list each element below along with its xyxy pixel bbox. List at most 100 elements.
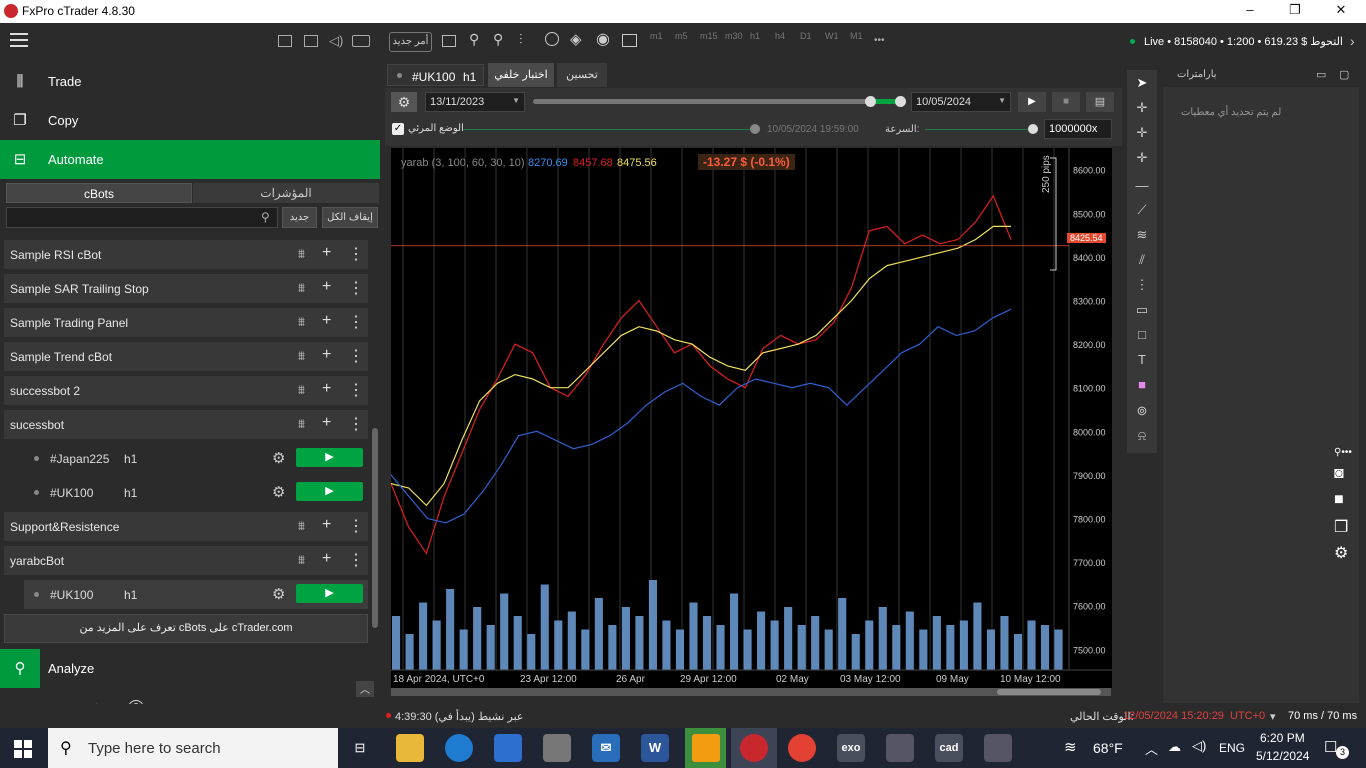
screenshot-camera-icon[interactable]: ◙ [1334, 465, 1344, 483]
more-options-icon[interactable]: ⋮ [348, 550, 364, 570]
eye-icon[interactable]: ◉ [596, 29, 610, 49]
instance-timeframe[interactable]: h1 [124, 588, 137, 602]
crosshair-3-icon[interactable]: ✛ [1134, 150, 1150, 166]
tf-m5[interactable]: m5 [675, 31, 688, 41]
alert-bell-icon[interactable]: ⍾ [1134, 428, 1150, 444]
add-instance-icon[interactable]: + [322, 278, 331, 296]
start-instance-button[interactable]: ▶ [296, 448, 363, 467]
video-record-icon[interactable]: ■ [1334, 491, 1344, 509]
speed-slider[interactable] [925, 129, 1033, 130]
more-options-icon[interactable]: ⋮ [348, 278, 364, 298]
tf-m1[interactable]: m1 [650, 31, 663, 41]
more-timeframes-button[interactable]: ••• [874, 35, 885, 46]
cbot-row[interactable]: Sample SAR Trailing Stop ⩩ + ⋮ [4, 274, 368, 303]
tray-chevron-icon[interactable]: ︿ [1145, 739, 1158, 758]
cbot-row[interactable]: sucessbot ⩩ + ⋮ [4, 410, 368, 439]
tf-h1[interactable]: h1 [750, 31, 760, 41]
tab-optimize[interactable]: تحسين [557, 63, 607, 87]
app-icon-2[interactable] [886, 734, 914, 762]
close-button[interactable]: ✕ [1329, 2, 1353, 20]
app-icon-3[interactable] [984, 734, 1012, 762]
instance-symbol[interactable]: #Japan225 [50, 452, 109, 466]
build-icon[interactable]: ⩩ [298, 348, 305, 364]
add-instance-icon[interactable]: + [322, 414, 331, 432]
settings-chart-icon[interactable] [622, 34, 637, 47]
add-instance-icon[interactable]: + [322, 516, 331, 534]
cbot-row[interactable]: Support&Resistence ⩩ + ⋮ [4, 512, 368, 541]
cbot-row[interactable]: Sample Trading Panel ⩩ + ⋮ [4, 308, 368, 337]
clock-time[interactable]: 6:20 PM [1260, 731, 1305, 745]
speed-input[interactable]: 1000000x [1044, 119, 1112, 139]
file-explorer-icon[interactable] [396, 734, 424, 762]
account-info[interactable]: Live • 8158040 • 1:200 • 619.23 $ التحوط [1144, 35, 1343, 48]
new-cbot-button[interactable]: جديد [282, 207, 317, 228]
nav-analyze[interactable]: ⚲ Analyze [0, 649, 380, 688]
crosshair-icon[interactable]: ✛ [1134, 100, 1150, 116]
save-icon[interactable]: ▤ [1086, 92, 1114, 112]
tools-settings-icon[interactable]: ⚙ [1334, 543, 1348, 563]
build-icon[interactable]: ⩩ [298, 552, 305, 568]
cursor-icon[interactable]: ➤ [1134, 75, 1150, 91]
minimize-button[interactable]: – [1238, 2, 1262, 20]
cbot-row[interactable]: yarabcBot ⩩ + ⋮ [4, 546, 368, 575]
collapse-up-icon[interactable]: ︿ [356, 681, 374, 697]
progress-slider[interactable] [533, 99, 903, 104]
edge-icon[interactable] [445, 734, 473, 762]
learn-more-link[interactable]: تعرف على المزيد من cBots على cTrader.com [4, 614, 368, 643]
more-options-icon[interactable]: ⋮ [348, 380, 364, 400]
build-icon[interactable]: ⩩ [298, 518, 305, 534]
chart-type-icon[interactable]: ⫶ [519, 31, 523, 48]
tf-mn1[interactable]: M1 [850, 31, 863, 41]
more-options-icon[interactable]: ⋮ [348, 244, 364, 264]
channel-icon[interactable]: ≋ [1134, 227, 1150, 243]
more-options-icon[interactable]: ⋮ [348, 346, 364, 366]
window-icon[interactable] [304, 35, 318, 47]
play-button[interactable]: ▶ [1018, 92, 1046, 112]
square-icon[interactable]: □ [1134, 327, 1150, 343]
clock-date[interactable]: 5/12/2024 [1256, 749, 1309, 763]
tab-indicators[interactable]: المؤشرات [193, 183, 379, 203]
trendline-icon[interactable]: ⟋ [1134, 202, 1150, 218]
cbot-instance-row[interactable]: #UK100 h1 ⚙ ▶ [24, 478, 368, 507]
copy-window-icon[interactable]: ❐ [1334, 517, 1348, 537]
onedrive-icon[interactable]: ☁ [1168, 739, 1181, 755]
crosshair-2-icon[interactable]: ✛ [1134, 125, 1150, 141]
chart-hscrollbar[interactable] [391, 688, 1111, 696]
ctrader-running-icon[interactable] [685, 728, 726, 768]
end-date-input[interactable]: 10/05/2024 ▼ [911, 92, 1011, 112]
store-icon[interactable] [494, 734, 522, 762]
more-options-icon[interactable]: ⋮ [348, 516, 364, 536]
indicator-icon[interactable] [545, 32, 559, 46]
instance-settings-icon[interactable]: ⚙ [272, 585, 285, 603]
cad-icon[interactable]: cad [935, 734, 963, 762]
exo-icon[interactable]: exo [837, 734, 865, 762]
build-icon[interactable]: ⩩ [298, 314, 305, 330]
instance-timeframe[interactable]: h1 [124, 452, 137, 466]
tf-w1[interactable]: W1 [825, 31, 839, 41]
instance-symbol[interactable]: #UK100 [50, 486, 93, 500]
pitchfork-icon[interactable]: ⫽ [1134, 252, 1150, 268]
language-icon[interactable] [352, 35, 370, 47]
cbot-instance-row[interactable]: #Japan225 h1 ⚙ ▶ [24, 444, 368, 473]
tf-m30[interactable]: m30 [725, 31, 743, 41]
task-view-icon[interactable]: ⊟ [346, 734, 374, 762]
nav-automate[interactable]: ⊟ Automate [0, 140, 380, 179]
start-date-input[interactable]: 13/11/2023 ▼ [425, 92, 525, 112]
fxpro-taskbar-icon[interactable] [731, 728, 777, 768]
cbot-row[interactable]: successbot 2 ⩩ + ⋮ [4, 376, 368, 405]
rectangle-icon[interactable]: ▭ [1134, 302, 1150, 318]
weather-temp[interactable]: 68°F [1093, 740, 1123, 756]
add-instance-icon[interactable]: + [322, 346, 331, 364]
layers-icon[interactable]: ◈ [570, 30, 582, 48]
cbot-row[interactable]: Sample RSI cBot ⩩ + ⋮ [4, 240, 368, 269]
chrome-icon[interactable] [788, 734, 816, 762]
cbot-instance-row[interactable]: #UK100 h1 ⚙ ▶ [24, 580, 368, 609]
tools-more-icon[interactable]: ⚲••• [1334, 447, 1352, 458]
visual-mode-checkbox[interactable]: ✓ [392, 123, 404, 135]
add-instance-icon[interactable]: + [322, 550, 331, 568]
hamburger-menu-icon[interactable] [10, 33, 28, 47]
layout-icon[interactable] [442, 35, 456, 47]
nav-copy[interactable]: ❐ Copy [0, 101, 380, 140]
tf-m15[interactable]: m15 [700, 31, 718, 41]
fullscreen-icon[interactable] [278, 35, 292, 47]
